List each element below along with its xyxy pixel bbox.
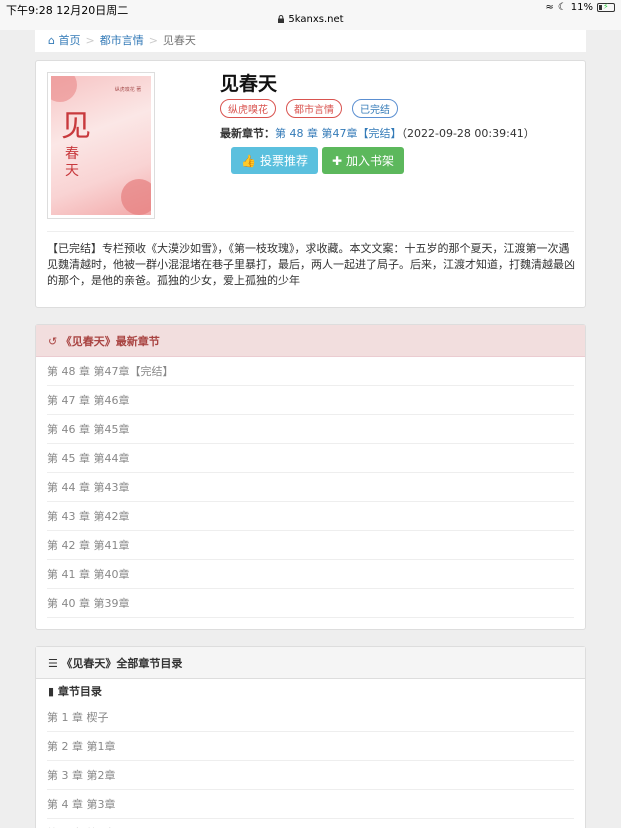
cover-flower-decoration: [121, 179, 151, 215]
battery-icon: ⚡: [597, 2, 615, 12]
latest-chapter-link[interactable]: 第 48 章 第47章【完结】: [275, 127, 401, 140]
history-icon: ↺: [48, 335, 58, 348]
breadcrumb-home[interactable]: ⌂ 首页: [48, 34, 80, 47]
latest-panel-heading: ↺ 《见春天》最新章节: [36, 325, 585, 357]
chapter-link[interactable]: 第 1 章 楔子: [47, 703, 574, 732]
status-tag: 已完结: [352, 99, 398, 118]
author-tag[interactable]: 纵虎嗅花: [220, 99, 276, 118]
chapter-link[interactable]: 第 3 章 第2章: [47, 761, 574, 790]
book-cover[interactable]: 纵虎嗅花 著 见 春天: [47, 72, 155, 219]
latest-chapters-panel: ↺ 《见春天》最新章节 第 48 章 第47章【完结】 第 47 章 第46章 …: [35, 324, 586, 630]
thumbs-up-icon: 👍: [241, 153, 256, 168]
chapter-link[interactable]: 第 47 章 第46章: [47, 386, 574, 415]
chapter-link[interactable]: 第 45 章 第44章: [47, 444, 574, 473]
chapter-link[interactable]: 第 48 章 第47章【完结】: [47, 357, 574, 386]
chapter-catalog-heading: ▮ 章节目录: [48, 685, 102, 698]
url-text: 5kanxs.net: [288, 14, 344, 25]
all-chapters-panel: ☰ 《见春天》全部章节目录 ▮ 章节目录 第 1 章 楔子 第 2 章 第1章 …: [35, 646, 586, 828]
status-icons: ≈ ☾ 11% ⚡: [545, 2, 615, 13]
book-tags: 纵虎嗅花 都市言情 已完结: [220, 99, 398, 118]
chapter-link[interactable]: 第 2 章 第1章: [47, 732, 574, 761]
cover-title-big: 见: [61, 109, 91, 144]
moon-icon: ☾: [557, 2, 567, 13]
add-to-shelf-button[interactable]: ✚ 加入书架: [321, 147, 405, 174]
chapter-link[interactable]: 第 44 章 第43章: [47, 473, 574, 502]
address-bar[interactable]: 5kanxs.net: [0, 14, 621, 25]
all-chapter-list: 第 1 章 楔子 第 2 章 第1章 第 3 章 第2章 第 4 章 第3章 第…: [36, 703, 585, 828]
status-bar: 下午9:28 12月20日周二 5kanxs.net ≈ ☾ 11% ⚡: [0, 0, 621, 30]
book-description: 【已完结】专栏预收《大漠沙如雪》，《第一枝玫瑰》，求收藏。本文文案：十五岁的那个…: [47, 242, 575, 287]
chapter-link[interactable]: 第 40 章 第39章: [47, 589, 574, 618]
latest-chapter-list: 第 48 章 第47章【完结】 第 47 章 第46章 第 46 章 第45章 …: [36, 357, 585, 618]
latest-update-time: （2022-09-28 00:39:41）: [401, 127, 535, 140]
breadcrumb: ⌂ 首页 > 都市言情 > 见春天: [35, 30, 586, 52]
breadcrumb-current: 见春天: [162, 34, 196, 47]
latest-label: 最新章节：: [220, 127, 275, 140]
chapter-link[interactable]: 第 42 章 第41章: [47, 531, 574, 560]
latest-panel-title: 《见春天》最新章节: [60, 335, 160, 348]
latest-chapter-line: 最新章节：第 48 章 第47章【完结】（2022-09-28 00:39:41…: [220, 125, 535, 141]
wifi-icon: ≈: [545, 2, 554, 13]
all-panel-title: 《见春天》全部章节目录: [61, 657, 183, 670]
chapter-link[interactable]: 第 4 章 第3章: [47, 790, 574, 819]
list-icon: ☰: [48, 657, 58, 670]
battery-percent: 11%: [570, 2, 593, 13]
plus-icon: ✚: [331, 153, 343, 168]
book-info-card: 纵虎嗅花 著 见 春天 见春天 纵虎嗅花 都市言情 已完结 最新章节：第 48 …: [35, 60, 586, 308]
divider: [47, 231, 574, 232]
action-buttons: 👍 投票推荐 ✚ 加入书架: [231, 147, 405, 174]
chapter-link[interactable]: 第 41 章 第40章: [47, 560, 574, 589]
breadcrumb-category[interactable]: 都市言情: [100, 34, 144, 47]
lock-icon: [278, 15, 285, 23]
cover-author: 纵虎嗅花 著: [114, 87, 142, 93]
chapter-link[interactable]: 第 5 章 第4章: [47, 819, 574, 828]
chapter-link[interactable]: 第 46 章 第45章: [47, 415, 574, 444]
chapter-link[interactable]: 第 43 章 第42章: [47, 502, 574, 531]
cover-title-small: 春天: [65, 146, 79, 179]
bookmark-icon: ▮: [48, 685, 55, 698]
category-tag[interactable]: 都市言情: [286, 99, 342, 118]
vote-button[interactable]: 👍 投票推荐: [231, 147, 318, 174]
cover-flower-decoration: [51, 76, 77, 102]
all-panel-heading: ☰ 《见春天》全部章节目录: [36, 647, 585, 679]
home-icon: ⌂: [48, 34, 55, 47]
book-title: 见春天: [220, 73, 278, 95]
